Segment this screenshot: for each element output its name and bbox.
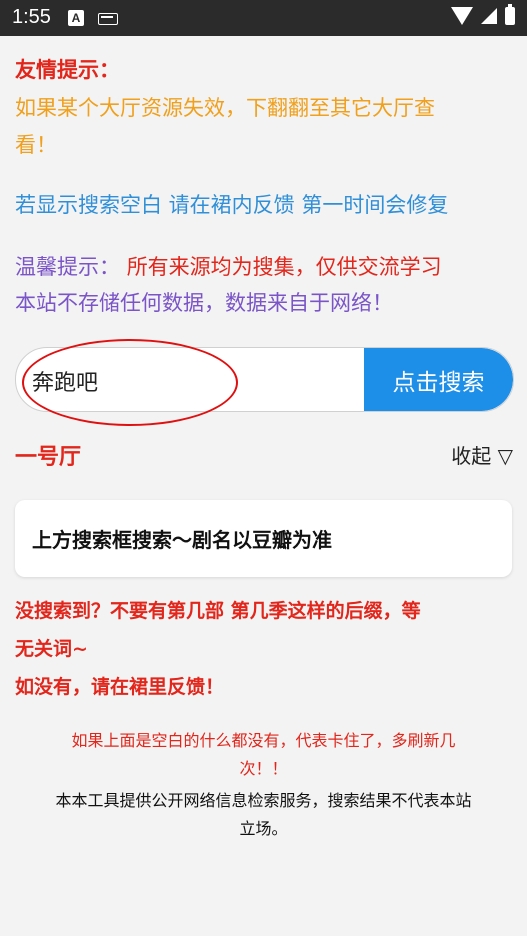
- wifi-icon: [451, 7, 473, 25]
- battery-icon: [505, 4, 515, 25]
- disclaimer-line-2: 立场。: [239, 819, 288, 838]
- collapse-toggle[interactable]: 收起 ▽: [451, 440, 513, 469]
- no-result-line-2: 无关词~: [15, 638, 88, 660]
- refresh-note-line-1: 如果上面是空白的什么都没有，代表卡住了，多刷新几: [71, 731, 456, 750]
- status-bar: 1:55 A: [0, 0, 527, 36]
- feedback-tip: 若显示搜索空白 请在裙内反馈 第一时间会修复: [15, 193, 449, 217]
- notification-a-icon: A: [68, 10, 84, 26]
- tips-line-1-cont: 看！: [15, 133, 57, 157]
- annotation-circle: [22, 339, 238, 426]
- hall-title: 一号厅: [15, 445, 82, 470]
- refresh-note: 如果上面是空白的什么都没有，代表卡住了，多刷新几 次！！: [15, 727, 512, 783]
- signal-icon: [481, 8, 497, 24]
- disclaimer-line-1: 本本工具提供公开网络信息检索服务，搜索结果不代表本站: [55, 791, 472, 810]
- tips-title: 友情提示：: [15, 58, 120, 82]
- refresh-note-line-2: 次！！: [239, 759, 288, 778]
- warm-tip-red: 所有来源均为搜集，仅供交流学习: [126, 255, 442, 279]
- keyboard-icon: [98, 13, 118, 25]
- status-icons: [451, 4, 515, 25]
- result-card-text: 上方搜索框搜索～剧名以豆瓣为准: [32, 528, 332, 552]
- disclaimer: 本本工具提供公开网络信息检索服务，搜索结果不代表本站 立场。: [15, 787, 512, 843]
- no-result-line-1: 没搜索到？不要有第几部 第几季这样的后缀，等: [15, 600, 421, 622]
- warm-tip-prefix: 温馨提示：: [15, 255, 120, 279]
- warm-tip: 温馨提示： 所有来源均为搜集，仅供交流学习: [15, 250, 515, 284]
- search-button[interactable]: 点击搜索: [364, 348, 513, 411]
- warm-tip-line-2: 本站不存储任何数据，数据来自于网络！: [15, 291, 393, 315]
- status-time: 1:55: [12, 6, 51, 28]
- no-result-line-3: 如没有，请在裙里反馈！: [15, 676, 225, 698]
- result-card[interactable]: 上方搜索框搜索～剧名以豆瓣为准: [15, 500, 512, 577]
- tips-line-1: 如果某个大厅资源失效，下翻翻至其它大厅查: [15, 96, 435, 120]
